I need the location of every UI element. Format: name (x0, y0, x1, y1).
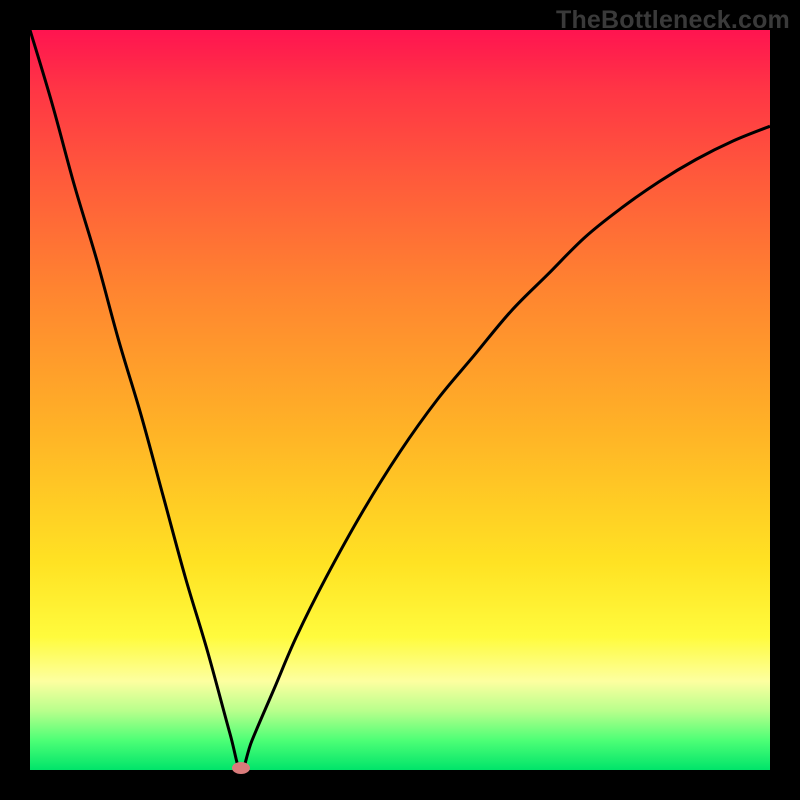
curve-path (30, 30, 770, 770)
bottleneck-curve (30, 30, 770, 770)
watermark-text: TheBottleneck.com (556, 6, 790, 35)
chart-plot-area (30, 30, 770, 770)
minimum-marker (232, 762, 250, 774)
